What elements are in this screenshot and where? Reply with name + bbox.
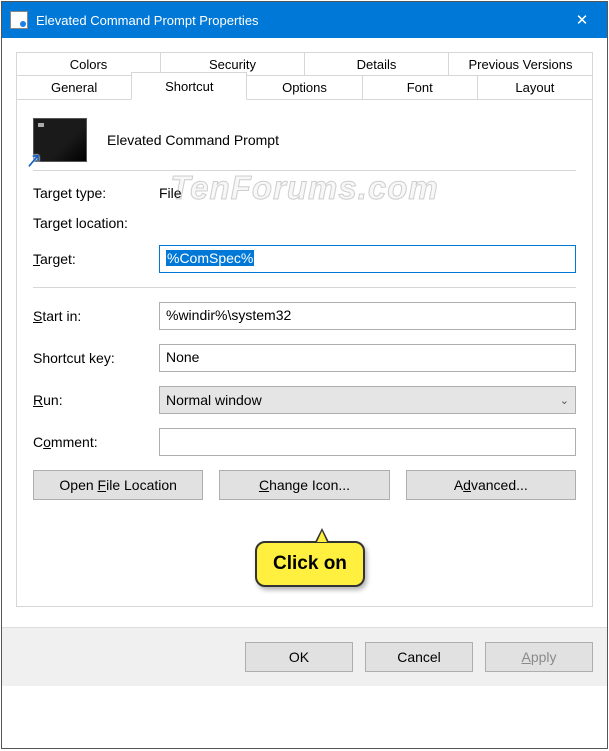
shortcut-name: Elevated Command Prompt <box>107 132 279 148</box>
target-location-label: Target location: <box>33 215 159 231</box>
comment-label: Comment: <box>33 434 159 450</box>
tab-layout[interactable]: Layout <box>477 75 593 100</box>
run-select[interactable]: Normal window ⌄ <box>159 386 576 414</box>
advanced-button[interactable]: Advanced... <box>406 470 576 500</box>
target-type-label: Target type: <box>33 185 159 201</box>
cancel-button[interactable]: Cancel <box>365 642 473 672</box>
close-button[interactable]: ✕ <box>557 11 607 30</box>
tab-shortcut[interactable]: Shortcut <box>131 72 247 100</box>
comment-input[interactable] <box>159 428 576 456</box>
shortcutkey-label: Shortcut key: <box>33 350 159 366</box>
tab-strip: Colors Security Details Previous Version… <box>16 52 593 100</box>
dialog-footer: OK Cancel Apply <box>2 628 607 686</box>
target-type-value: File <box>159 185 576 201</box>
tab-options[interactable]: Options <box>246 75 362 100</box>
chevron-down-icon: ⌄ <box>560 394 569 407</box>
tab-general[interactable]: General <box>16 75 132 100</box>
target-label: Target: <box>33 251 159 267</box>
shortcut-overlay-icon: ↗ <box>24 147 43 173</box>
ok-button[interactable]: OK <box>245 642 353 672</box>
target-input[interactable]: %ComSpec% <box>159 245 576 273</box>
shortcut-panel: ↗ Elevated Command Prompt Target type: F… <box>16 99 593 607</box>
startin-label: Start in: <box>33 308 159 324</box>
startin-input[interactable]: %windir%\system32 <box>159 302 576 330</box>
open-file-location-button[interactable]: Open File Location <box>33 470 203 500</box>
shortcut-file-icon <box>10 11 28 29</box>
change-icon-button[interactable]: Change Icon... <box>219 470 389 500</box>
titlebar: Elevated Command Prompt Properties ✕ <box>2 2 607 38</box>
shortcutkey-input[interactable]: None <box>159 344 576 372</box>
tab-details[interactable]: Details <box>304 52 449 76</box>
callout-annotation: Click on <box>255 541 365 587</box>
run-label: Run: <box>33 392 159 408</box>
apply-button[interactable]: Apply <box>485 642 593 672</box>
tab-font[interactable]: Font <box>362 75 478 100</box>
window-title: Elevated Command Prompt Properties <box>36 13 259 28</box>
tab-previous-versions[interactable]: Previous Versions <box>448 52 593 76</box>
